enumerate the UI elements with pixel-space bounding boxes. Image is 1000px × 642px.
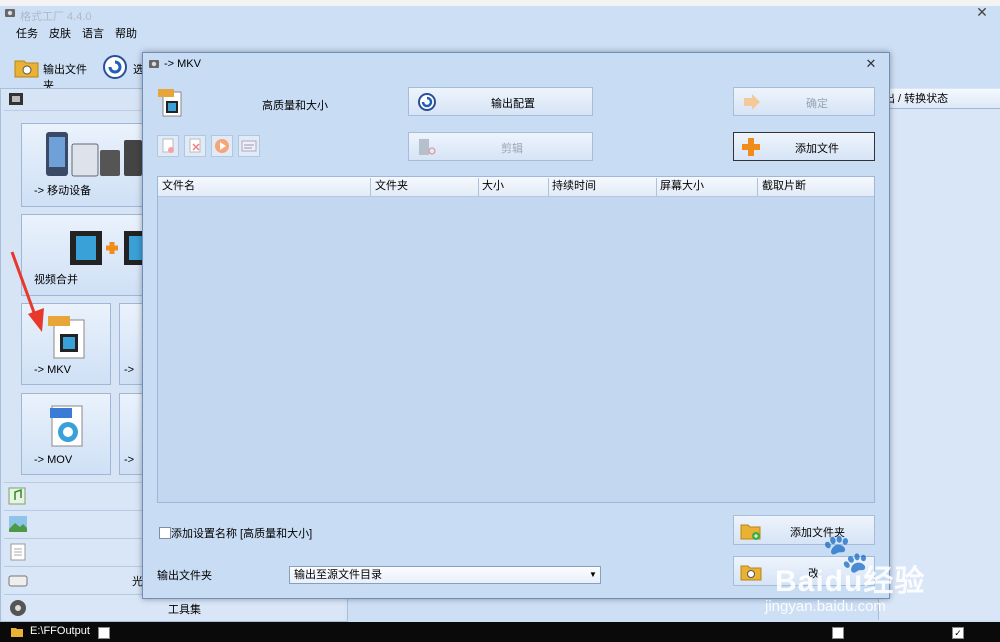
tile-mobile-device-label: -> 移动设备 [34, 185, 92, 197]
main-close-button[interactable]: ✕ [974, 4, 990, 20]
menu-skin[interactable]: 皮肤 [49, 25, 71, 41]
watermark-url: jingyan.baidu.com [765, 598, 886, 615]
clear-button[interactable] [184, 135, 206, 157]
folder-camera-icon [740, 565, 762, 581]
mobile-devices-icon [46, 132, 142, 177]
tile-to-mov[interactable]: -> MOV [21, 393, 111, 475]
task-list-panel [878, 88, 1000, 620]
red-arrow-annotation [10, 251, 44, 332]
dialog-app-icon [149, 60, 159, 68]
film-icon [9, 93, 23, 105]
status-column-header[interactable]: 出 / 转换状态 [878, 89, 1000, 109]
menu-help[interactable]: 帮助 [115, 25, 137, 41]
watermark-logo: Baidu经验 [775, 565, 926, 598]
play-icon [215, 139, 229, 153]
info-button[interactable] [238, 135, 260, 157]
column-screen-size[interactable]: 屏幕大小 [660, 180, 704, 196]
tile-mobile-device[interactable]: -> 移动设备 [21, 123, 147, 207]
remove-file-icon [162, 138, 174, 153]
clip-film-icon [419, 139, 436, 155]
column-divider [757, 178, 758, 196]
menu-language[interactable]: 语言 [82, 25, 104, 41]
profile-label: 高质量和大小 [262, 100, 328, 112]
column-divider [656, 178, 657, 196]
remove-button[interactable] [157, 135, 179, 157]
dialog-close-button[interactable]: ✕ [864, 57, 878, 71]
mkv-file-icon [48, 316, 85, 359]
clip-label: 剪辑 [501, 143, 523, 155]
column-file-name[interactable]: 文件名 [162, 180, 195, 196]
clear-list-icon [189, 138, 201, 153]
music-note-icon [8, 487, 26, 505]
dialog-title: -> MKV [164, 58, 201, 70]
optical-drive-icon [8, 575, 28, 587]
plus-icon [742, 138, 760, 156]
status-checkbox[interactable] [832, 627, 844, 639]
column-duration[interactable]: 持续时间 [552, 180, 596, 196]
options-gear-icon [103, 55, 127, 79]
output-config-label: 输出配置 [491, 98, 535, 110]
output-folder-toolbar-button[interactable]: 输出文件夹 [14, 52, 96, 92]
chevron-down-icon[interactable]: ▼ [585, 566, 601, 584]
menu-task[interactable]: 任务 [16, 25, 38, 41]
tile-to-mov-label: -> MOV [34, 454, 73, 466]
options-toolbar-button[interactable]: 选 [102, 52, 144, 82]
add-setting-name-checkbox[interactable] [159, 527, 171, 539]
column-clip-segment[interactable]: 截取片断 [762, 180, 806, 196]
add-setting-name-label: 添加设置名称 [高质量和大小] [171, 528, 313, 540]
add-file-button[interactable]: 添加文件 [733, 132, 875, 161]
document-icon [10, 543, 26, 561]
arrow-right-icon [744, 94, 760, 110]
toolbox-label: 工具集 [168, 604, 201, 616]
column-folder[interactable]: 文件夹 [375, 180, 408, 196]
output-config-button[interactable]: 输出配置 [408, 87, 593, 116]
tile-hidden-5-label: -> [124, 454, 135, 466]
status-checkbox-checked[interactable]: ✓ [952, 627, 964, 639]
add-folder-icon [740, 524, 761, 540]
config-gear-icon [418, 93, 436, 111]
app-logo-icon [5, 9, 15, 17]
column-divider [370, 178, 371, 196]
output-folder-label: 输出文件夹 [157, 570, 212, 582]
toolbox-gear-icon [10, 600, 26, 616]
mov-file-icon [50, 405, 83, 447]
media-info-icon [241, 140, 257, 152]
column-divider [478, 178, 479, 196]
mkv-format-icon [158, 89, 182, 117]
ok-label: 确定 [806, 98, 828, 110]
file-list-table[interactable] [157, 176, 875, 503]
video-merge-icon [70, 231, 146, 265]
column-divider [548, 178, 549, 196]
folder-icon [11, 628, 23, 637]
status-checkbox[interactable] [98, 627, 110, 639]
app-title: 格式工厂 4.4.0 [20, 11, 92, 23]
status-bar: E:\FFOutput ✓ [0, 622, 1000, 642]
folder-camera-icon [14, 60, 39, 78]
output-path: E:\FFOutput [30, 625, 90, 637]
play-button[interactable] [211, 135, 233, 157]
tile-hidden-4-label: -> [124, 364, 135, 376]
clip-button[interactable]: 剪辑 [408, 132, 593, 161]
output-folder-select[interactable]: 输出至源文件目录 [289, 566, 601, 584]
column-size[interactable]: 大小 [482, 180, 504, 196]
tile-to-mkv-label: -> MKV [34, 364, 71, 376]
image-icon [9, 516, 27, 532]
ok-button[interactable]: 确定 [733, 87, 875, 116]
add-file-label: 添加文件 [795, 143, 839, 155]
